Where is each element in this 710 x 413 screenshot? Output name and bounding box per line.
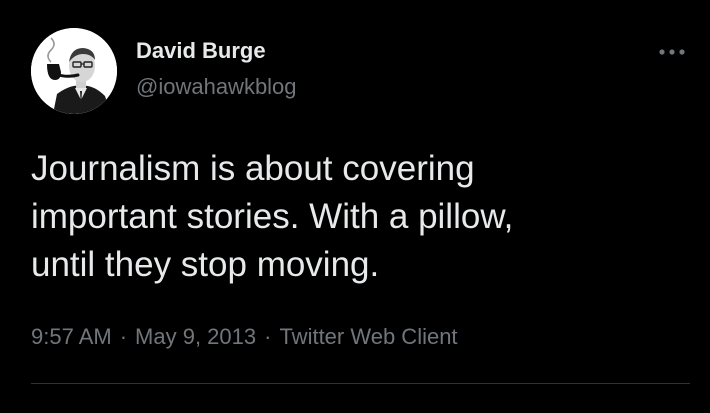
- meta-separator: ·: [264, 324, 272, 349]
- tweet-metadata: 9:57 AM · May 9, 2013 · Twitter Web Client: [31, 322, 458, 352]
- divider: [31, 383, 690, 384]
- author-display-name[interactable]: David Burge: [136, 37, 266, 65]
- tweet-date[interactable]: May 9, 2013: [135, 324, 256, 349]
- tweet-time[interactable]: 9:57 AM: [31, 324, 112, 349]
- more-options-button[interactable]: [656, 40, 688, 64]
- tweet-source[interactable]: Twitter Web Client: [279, 324, 457, 349]
- author-handle[interactable]: @iowahawkblog: [136, 73, 297, 101]
- meta-separator: ·: [119, 324, 128, 349]
- portrait-with-pipe-avatar-icon: [31, 28, 117, 114]
- author-avatar[interactable]: [31, 28, 117, 114]
- tweet-text: Journalism is about covering important s…: [31, 149, 514, 284]
- tweet-card: David Burge @iowahawkblog Journalism is …: [0, 0, 710, 413]
- more-options-icon: [659, 49, 685, 55]
